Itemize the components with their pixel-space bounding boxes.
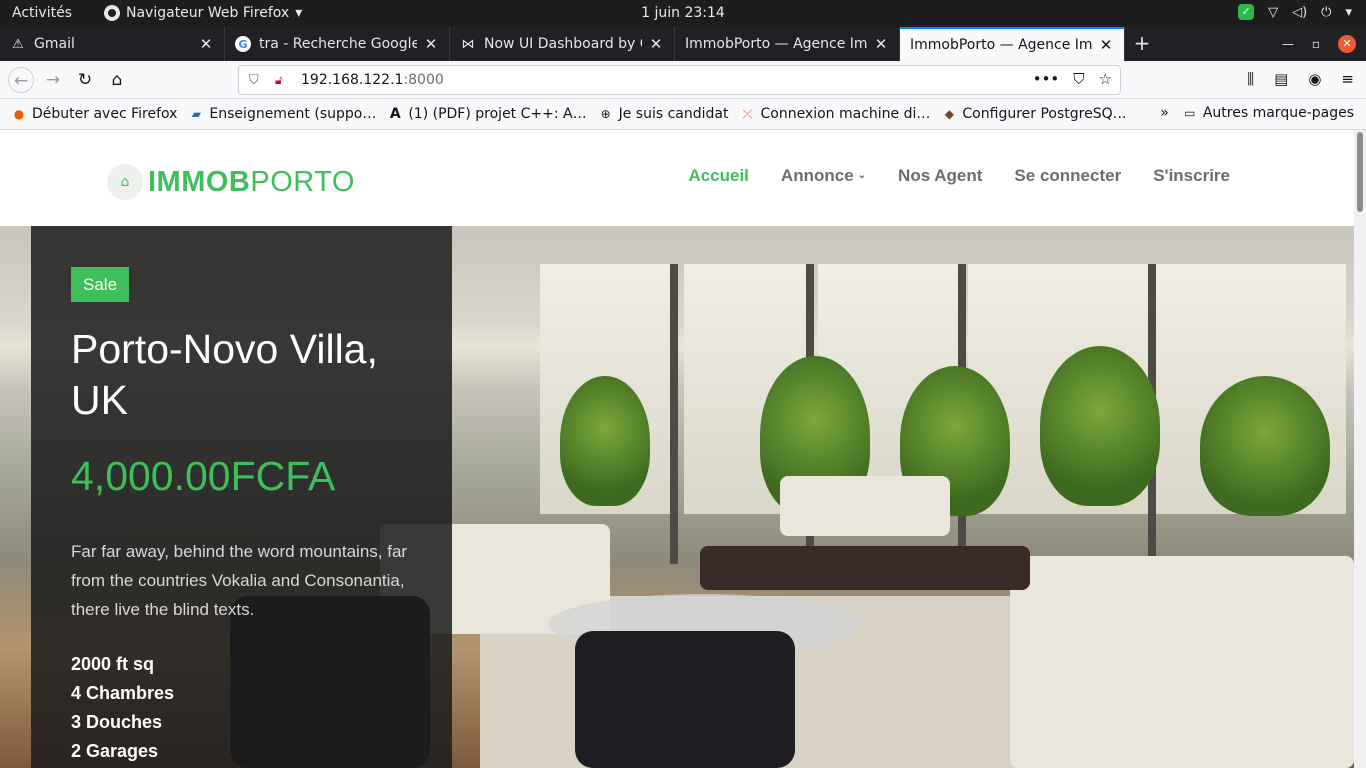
spec-bathrooms: 3 Douches [71,712,163,732]
url-actions: ••• ⛉ ☆ [1033,70,1112,88]
web-page: ⌂ IMMOB PORTO Accueil Annonce ⌄ Nos Agent… [0,130,1366,768]
bookmark-item[interactable]: ● Débuter avec Firefox [12,106,178,122]
logo-bold: IMMOB [148,165,251,198]
navigation-toolbar: ← → ↻ ⌂ ⛉ 🔓︎ 192.168.122.1:8000 ••• ⛉ ☆ … [0,61,1366,99]
sidebar-icon[interactable]: ▤ [1274,70,1288,88]
bookmarks-toolbar: ● Débuter avec Firefox ▰ Enseignement (sup… [0,99,1366,130]
bookmark-item[interactable]: A (1) (PDF) projet C++: A… [388,106,587,122]
site-header: ⌂ IMMOB PORTO Accueil Annonce ⌄ Nos Agent… [0,130,1354,226]
volume-icon: ◁) [1292,4,1308,20]
google-icon: G [235,36,251,52]
nav-nos-agent[interactable]: Nos Agent [898,166,982,186]
globe-icon: ⊕ [600,107,611,121]
property-title: Porto-Novo Villa, UK [71,326,378,423]
academia-icon: A [389,106,401,122]
site-logo[interactable]: ⌂ IMMOB PORTO [107,164,355,200]
property-info-panel: Sale Porto-Novo Villa, UK 4,000.00FCFA F… [31,226,452,768]
logo-light: PORTO [250,165,355,198]
minimize-icon[interactable]: — [1282,37,1294,51]
tab-immobporto[interactable]: ImmobPorto — Agence Imm ✕ [675,27,900,61]
firefox-icon [104,5,120,21]
app-name: Navigateur Web Firefox [126,5,290,21]
close-icon[interactable]: ✕ [423,35,439,53]
url-bar[interactable]: ⛉ 🔓︎ 192.168.122.1:8000 ••• ⛉ ☆ [238,65,1121,95]
library-icon[interactable]: ⫼ [1247,70,1254,88]
chevron-down-icon: ▾ [1345,4,1352,20]
page-actions-icon[interactable]: ••• [1033,70,1060,88]
property-specs: 2000 ft sq 4 Chambres 3 Douches 2 Garage… [71,650,174,766]
firefox-icon: ● [13,107,25,121]
close-icon[interactable]: ✕ [198,35,214,53]
close-icon[interactable]: ✕ [873,35,889,53]
nav-accueil[interactable]: Accueil [688,166,748,186]
new-tab-button[interactable]: + [1125,27,1159,61]
hero-section: Sale Porto-Novo Villa, UK 4,000.00FCFA F… [0,226,1354,768]
shield-icon[interactable]: ⛉ [249,73,263,88]
bookmark-item[interactable]: ⊕ Je suis candidat [599,106,729,122]
spec-area: 2000 ft sq [71,654,155,674]
url-text[interactable]: 192.168.122.1:8000 [301,72,444,88]
insecure-lock-icon[interactable]: 🔓︎ [275,73,289,88]
close-icon[interactable]: ✕ [1098,36,1114,54]
tab-title: ImmobPorto — Agence Imm [910,37,1092,53]
hamburger-menu-icon[interactable]: ≡ [1341,70,1354,88]
bookmark-item[interactable]: ⤫ Connexion machine di… [740,106,931,122]
tab-title: Now UI Dashboard by Cr [484,36,642,52]
bookmark-item[interactable]: ▰ Enseignement (suppo… [189,106,377,122]
close-icon[interactable]: ✕ [648,35,664,53]
bowtie-icon: ⋈ [461,36,475,52]
tab-google-search[interactable]: G tra - Recherche Google ✕ [225,27,450,61]
back-arrow-icon[interactable]: ← [8,67,34,93]
bookmark-item[interactable]: ◆ Configurer PostgreSQ… [942,106,1127,122]
tab-title: tra - Recherche Google [259,36,417,52]
elephant-icon: ◆ [944,107,955,121]
main-nav: Accueil Annonce ⌄ Nos Agent Se connecter … [688,166,1230,186]
nav-sinscrire[interactable]: S'inscrire [1153,166,1230,186]
other-bookmarks-folder[interactable]: ▭ Autres marque-pages [1183,105,1354,121]
tab-gmail[interactable]: ⚠ Gmail ✕ [0,27,225,61]
bookmark-star-icon[interactable]: ☆ [1099,70,1112,88]
window-controls: — ▫ ✕ [1282,27,1356,61]
page-scrollbar[interactable] [1354,130,1366,768]
folder-icon: ▭ [1184,106,1196,120]
home-icon[interactable]: ⌂ [104,67,130,93]
tab-strip: ⚠ Gmail ✕ G tra - Recherche Google ✕ ⋈ N… [0,27,1366,61]
tab-title: ImmobPorto — Agence Imm [685,36,867,52]
nav-se-connecter[interactable]: Se connecter [1014,166,1121,186]
sale-badge: Sale [71,267,130,302]
spec-garages: 2 Garages [71,741,159,761]
forward-arrow-icon[interactable]: → [40,67,66,93]
maximize-icon[interactable]: ▫ [1312,37,1320,51]
network-icon: ▽ [1268,4,1279,20]
pocket-icon[interactable]: ⛉ [1073,70,1084,88]
home-icon: ⌂ [107,164,143,200]
property-price: 4,000.00FCFA [71,453,336,499]
nav-annonce[interactable]: Annonce ⌄ [781,166,866,186]
spec-bedrooms: 4 Chambres [71,683,175,703]
scrollbar-thumb[interactable] [1357,132,1363,212]
tab-title: Gmail [34,36,75,52]
toolbar-tools: ⫼ ▤ ◉ ≡ [1247,70,1354,88]
system-tray[interactable]: ✓ ▽ ◁) ⏻ ▾ [1238,4,1352,20]
chevron-down-icon: ▾ [295,5,303,21]
chevron-down-icon: ⌄ [857,170,867,181]
power-icon: ⏻ [1321,4,1332,20]
activities-button[interactable]: Activités [12,5,72,21]
system-top-bar: Activités Navigateur Web Firefox ▾ 1 jui… [0,0,1366,27]
reload-icon[interactable]: ↻ [72,67,98,93]
bookmarks-overflow: » ▭ Autres marque-pages [1160,105,1354,121]
close-window-icon[interactable]: ✕ [1338,35,1356,53]
warning-icon: ⚠ [12,36,24,52]
update-check-icon[interactable]: ✓ [1238,4,1255,20]
git-icon: ⤫ [742,106,753,121]
tab-now-ui[interactable]: ⋈ Now UI Dashboard by Cr ✕ [450,27,675,61]
book-icon: ▰ [191,107,202,121]
tab-immobporto-active[interactable]: ImmobPorto — Agence Imm ✕ [900,27,1125,61]
property-description: Far far away, behind the word mountains,… [71,542,408,619]
account-icon[interactable]: ◉ [1308,70,1321,88]
chevron-double-right-icon[interactable]: » [1160,105,1169,121]
app-menu[interactable]: Navigateur Web Firefox ▾ [104,5,302,21]
